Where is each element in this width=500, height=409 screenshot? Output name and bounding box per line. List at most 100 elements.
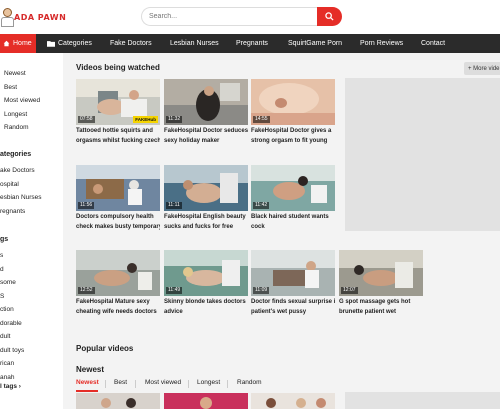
tab-newest[interactable]: Newest <box>76 379 99 386</box>
video-card[interactable]: 11:32 FakeHospital Doctor seduces sexy h… <box>164 79 248 146</box>
video-title-line2[interactable]: cock <box>251 223 335 233</box>
nav-squirtgame[interactable]: SquirtGame Porn <box>288 34 342 53</box>
tag-link[interactable]: S <box>0 290 24 304</box>
search-icon <box>325 12 334 21</box>
video-thumbnail[interactable]: 12:52 <box>76 250 160 296</box>
ad-placeholder <box>345 392 500 409</box>
video-title-line2[interactable]: brunette patient wet <box>339 308 423 318</box>
video-card[interactable]: 12:07 G spot massage gets hot brunette p… <box>339 250 423 317</box>
nav-fake-doctors-label: Fake Doctors <box>110 40 152 47</box>
video-title[interactable]: FakeHospital Mature sexy <box>76 298 160 308</box>
video-thumbnail[interactable] <box>76 393 160 409</box>
video-title-line2[interactable]: orgasms whilst fucking czech <box>76 137 160 147</box>
video-thumbnail[interactable] <box>164 393 248 409</box>
video-card[interactable]: 11:42 Black haired student wants cock <box>251 165 335 232</box>
nav-pregnants[interactable]: Pregnants <box>236 34 268 53</box>
nav-fake-doctors[interactable]: Fake Doctors <box>110 34 152 53</box>
active-tab-indicator <box>76 390 98 392</box>
video-title[interactable]: Black haired student wants <box>251 213 335 223</box>
video-title-line2[interactable]: patient's wet pussy <box>251 308 335 318</box>
category-link[interactable]: ake Doctors <box>0 164 42 178</box>
video-thumbnail[interactable]: 11:09 <box>251 250 335 296</box>
tag-link[interactable]: dorable <box>0 317 24 331</box>
video-thumbnail[interactable]: 11:42 <box>251 165 335 211</box>
video-card[interactable]: 14:55 FakeHospital Doctor gives a strong… <box>251 79 335 146</box>
sort-most-viewed[interactable]: Most viewed <box>0 94 40 108</box>
video-title-line2[interactable]: sucks and fucks for free <box>164 223 248 233</box>
search-input[interactable] <box>141 7 319 26</box>
tag-link[interactable]: dult <box>0 330 24 344</box>
tag-link[interactable]: ction <box>0 303 24 317</box>
all-tags-link[interactable]: l tags › <box>0 383 21 390</box>
video-card[interactable]: 11:49 Skinny blonde takes doctors advice <box>164 250 248 317</box>
video-title-line2[interactable]: advice <box>164 308 248 318</box>
duration-label: 11:56 <box>78 202 95 209</box>
video-title-line2[interactable]: check makes busty temporary <box>76 223 160 233</box>
sort-random[interactable]: Random <box>0 121 40 135</box>
video-title-line2[interactable]: strong orgasm to fit young <box>251 137 335 147</box>
video-title-line2[interactable]: sexy holiday maker <box>164 137 248 147</box>
tab-longest[interactable]: Longest <box>197 379 220 386</box>
video-title[interactable]: Tattooed hottie squirts and <box>76 127 160 137</box>
video-title[interactable]: G spot massage gets hot <box>339 298 423 308</box>
category-link[interactable]: ospital <box>0 178 42 192</box>
site-logo[interactable]: ADA PAWN <box>0 6 66 28</box>
video-card[interactable]: 11:56 Doctors compulsory health check ma… <box>76 165 160 232</box>
video-title[interactable]: Skinny blonde takes doctors <box>164 298 248 308</box>
video-title[interactable]: FakeHospital English beauty <box>164 213 248 223</box>
category-link[interactable]: esbian Nurses <box>0 191 42 205</box>
duration-label: 11:42 <box>253 202 270 209</box>
tag-link[interactable]: dult toys <box>0 344 24 358</box>
video-thumbnail[interactable]: 11:49 <box>164 250 248 296</box>
video-title-line2[interactable]: cheating wife needs doctors <box>76 308 160 318</box>
tab-random[interactable]: Random <box>237 379 262 386</box>
video-card[interactable]: 11:09 Doctor finds sexual surprise in pa… <box>251 250 335 317</box>
duration-label: 11:09 <box>253 287 270 294</box>
thumbnail-image <box>251 393 335 409</box>
nav-home[interactable]: Home <box>0 34 36 53</box>
video-thumbnail[interactable]: 07:58 FAKEHub <box>76 79 160 125</box>
tag-link[interactable]: anah <box>0 371 24 385</box>
video-thumbnail[interactable]: 12:07 <box>339 250 423 296</box>
tag-link[interactable]: d <box>0 263 24 277</box>
video-thumbnail[interactable] <box>251 393 335 409</box>
video-thumbnail[interactable]: 14:55 <box>251 79 335 125</box>
duration-label: 12:07 <box>341 287 358 294</box>
tags-heading: gs <box>0 236 9 243</box>
tag-link[interactable]: rican <box>0 357 24 371</box>
video-card[interactable]: 12:52 FakeHospital Mature sexy cheating … <box>76 250 160 317</box>
nav-contact[interactable]: Contact <box>421 34 445 53</box>
duration-label: 11:11 <box>166 202 182 209</box>
tag-link[interactable]: s <box>0 249 24 263</box>
video-title[interactable]: FakeHospital Doctor gives a <box>251 127 335 137</box>
sort-longest[interactable]: Longest <box>0 108 40 122</box>
category-link[interactable]: regnants <box>0 205 42 219</box>
search-button[interactable] <box>317 7 342 26</box>
nav-contact-label: Contact <box>421 40 446 47</box>
tab-most-viewed[interactable]: Most viewed <box>145 379 181 386</box>
tag-link[interactable]: some <box>0 276 24 290</box>
nav-squirtgame-label: SquirtGame Porn <box>288 40 343 47</box>
nav-categories[interactable]: Categories <box>47 34 92 53</box>
video-thumbnail[interactable]: 11:32 <box>164 79 248 125</box>
nav-porn-reviews[interactable]: Porn Reviews <box>360 34 403 53</box>
video-thumbnail[interactable]: 11:56 <box>76 165 160 211</box>
video-title[interactable]: Doctor finds sexual surprise in <box>251 298 335 308</box>
duration-label: 11:32 <box>166 116 183 123</box>
thumbnail-image <box>76 393 160 409</box>
more-videos-button[interactable]: + More vide <box>464 62 500 75</box>
logo-text: ADA PAWN <box>14 13 66 22</box>
tab-separator <box>135 380 136 388</box>
nav-lesbian-nurses[interactable]: Lesbian Nurses <box>170 34 219 53</box>
video-thumbnail[interactable]: 11:11 <box>164 165 248 211</box>
video-card[interactable]: 11:11 FakeHospital English beauty sucks … <box>164 165 248 232</box>
video-card[interactable]: 07:58 FAKEHub Tattooed hottie squirts an… <box>76 79 160 146</box>
sort-best[interactable]: Best <box>0 81 40 95</box>
home-icon <box>3 40 10 47</box>
video-title[interactable]: FakeHospital Doctor seduces <box>164 127 248 137</box>
doctor-mascot-icon <box>0 7 14 27</box>
tab-best[interactable]: Best <box>114 379 127 386</box>
tab-separator <box>105 380 106 388</box>
sort-newest[interactable]: Newest <box>0 67 40 81</box>
video-title[interactable]: Doctors compulsory health <box>76 213 160 223</box>
